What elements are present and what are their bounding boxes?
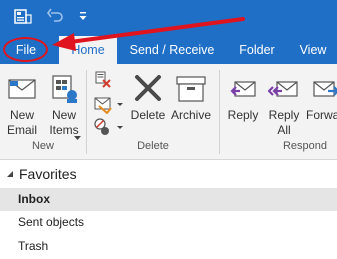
delete-button[interactable]: Delete bbox=[128, 68, 168, 138]
forward-button[interactable]: Forwa bbox=[306, 68, 337, 138]
reply-all-label-line1: Reply bbox=[268, 108, 300, 122]
tab-home[interactable]: Home bbox=[59, 36, 117, 64]
new-email-label-line2: Email bbox=[6, 123, 37, 137]
favorites-header[interactable]: Favorites bbox=[6, 164, 77, 184]
forward-label: Forwa bbox=[306, 108, 337, 122]
folder-inbox[interactable]: Inbox bbox=[0, 188, 337, 211]
delete-label: Delete bbox=[130, 108, 166, 122]
ribbon: New Email New Items New Delete Archive D… bbox=[0, 64, 337, 160]
qat-dropdown-icon[interactable] bbox=[77, 7, 89, 25]
forward-icon bbox=[310, 74, 337, 107]
folder-pane: Favorites Inbox Sent objects Trash bbox=[0, 160, 337, 259]
new-items-label-line1: New bbox=[51, 108, 76, 122]
reply-label: Reply bbox=[227, 108, 259, 122]
new-email-icon bbox=[7, 74, 37, 107]
reply-icon bbox=[228, 74, 258, 107]
delete-x-icon bbox=[133, 73, 163, 106]
archive-box-icon bbox=[175, 74, 207, 107]
collapse-triangle-icon[interactable] bbox=[6, 167, 14, 181]
clean-up-icon bbox=[94, 97, 123, 115]
respond-group-label: Respond bbox=[282, 140, 328, 152]
reply-all-label-line2: All bbox=[277, 123, 291, 137]
archive-button[interactable]: Archive bbox=[168, 68, 214, 138]
new-email-label-line1: New bbox=[9, 108, 34, 122]
folder-trash[interactable]: Trash bbox=[0, 235, 337, 258]
ignore-icon bbox=[95, 71, 111, 88]
favorites-label: Favorites bbox=[19, 166, 77, 182]
undo-icon[interactable] bbox=[46, 7, 64, 25]
new-items-icon bbox=[49, 73, 79, 108]
ribbon-tab-bar: File Home Send / Receive Folder View bbox=[0, 36, 337, 64]
new-email-button[interactable]: New Email bbox=[2, 68, 42, 138]
group-divider bbox=[86, 70, 87, 154]
ignore-button[interactable] bbox=[93, 70, 115, 90]
archive-label: Archive bbox=[170, 108, 211, 122]
tab-folder[interactable]: Folder bbox=[229, 36, 285, 64]
outlook-icon[interactable] bbox=[13, 7, 33, 27]
reply-all-button[interactable]: Reply All bbox=[264, 68, 304, 138]
file-tab-annotation-circle bbox=[3, 37, 48, 62]
title-bar bbox=[0, 0, 337, 36]
group-divider bbox=[219, 70, 220, 154]
junk-icon bbox=[94, 118, 123, 135]
delete-group-label: Delete bbox=[137, 140, 169, 152]
junk-button[interactable] bbox=[93, 117, 123, 137]
tab-send-receive[interactable]: Send / Receive bbox=[126, 36, 218, 64]
new-group-label: New bbox=[31, 140, 54, 152]
new-items-button[interactable]: New Items bbox=[44, 68, 84, 140]
reply-all-icon bbox=[267, 74, 300, 107]
folder-sent-objects[interactable]: Sent objects bbox=[0, 211, 337, 234]
tab-view[interactable]: View bbox=[293, 36, 333, 64]
reply-button[interactable]: Reply bbox=[224, 68, 262, 138]
clean-up-button[interactable] bbox=[93, 94, 123, 115]
